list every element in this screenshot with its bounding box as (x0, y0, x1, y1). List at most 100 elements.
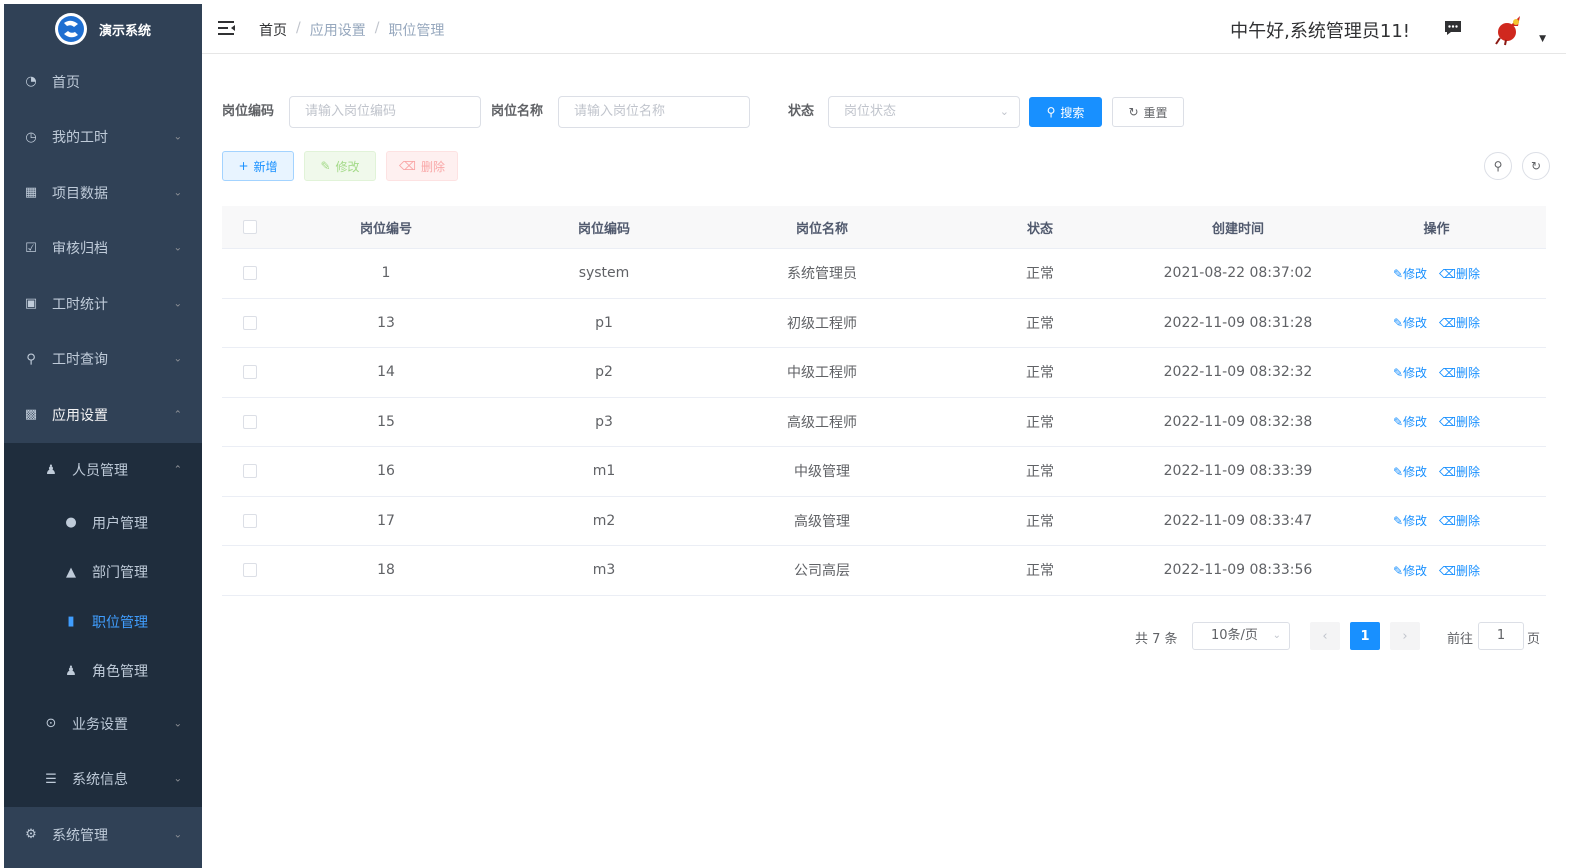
message-icon[interactable] (1443, 18, 1463, 38)
row-edit-button[interactable]: ✎修改 (1393, 562, 1427, 579)
row-checkbox[interactable] (242, 414, 257, 429)
chevron-right-icon: › (1402, 628, 1408, 644)
page-size-select[interactable]: 10条/页 ⌄ (1192, 622, 1290, 650)
breadcrumb-separator: / (296, 20, 301, 36)
menu-business-settings[interactable]: ⊙ 业务设置 ⌄ (4, 696, 202, 752)
next-page-button[interactable]: › (1390, 622, 1420, 650)
menu-home[interactable]: ◔ 首页 (4, 54, 202, 110)
prev-page-button[interactable]: ‹ (1310, 622, 1340, 650)
table-row[interactable]: 17 m2 高级管理 正常 2022-11-09 08:33:47 ✎修改 ⌫删除 (222, 497, 1546, 546)
menu-post-management[interactable]: ▮ 职位管理 (4, 597, 202, 647)
select-cell (222, 464, 277, 479)
cell-post-name: 高级工程师 (787, 414, 857, 431)
status-label: 状态 (788, 104, 815, 119)
cell-post-code: p3 (595, 413, 613, 430)
menu-my-hours[interactable]: ◷ 我的工时 ⌄ (4, 110, 202, 166)
row-checkbox[interactable] (242, 513, 257, 528)
table-row[interactable]: 18 m3 公司高层 正常 2022-11-09 08:33:56 ✎修改 ⌫删除 (222, 546, 1546, 596)
row-checkbox[interactable] (242, 365, 257, 380)
edit-button[interactable]: ✎ 修改 (304, 151, 376, 181)
chevron-down-icon: ⌄ (173, 773, 182, 785)
select-cell (222, 315, 277, 330)
menu-role-management[interactable]: ♟ 角色管理 (4, 646, 202, 696)
row-edit-button[interactable]: ✎修改 (1393, 314, 1427, 331)
header-created: 创建时间 (1211, 221, 1264, 237)
row-edit-button[interactable]: ✎修改 (1393, 413, 1427, 430)
cell-status: 正常 (1026, 414, 1054, 431)
delete-button[interactable]: ⌫ 删除 (386, 151, 458, 181)
menu-dept-management[interactable]: ▲ 部门管理 (4, 547, 202, 597)
delete-button-label: 删除 (420, 159, 445, 174)
row-delete-button[interactable]: ⌫删除 (1439, 512, 1480, 529)
table-row[interactable]: 16 m1 中级管理 正常 2022-11-09 08:33:39 ✎修改 ⌫删除 (222, 447, 1546, 497)
scrollbar[interactable] (1566, 54, 1584, 868)
table-header: 岗位编号 岗位编码 岗位名称 状态 创建时间 操作 (222, 206, 1546, 249)
select-cell (222, 414, 277, 429)
cell-post-id: 14 (377, 364, 395, 381)
page-number[interactable]: 1 (1350, 622, 1380, 650)
avatar[interactable] (1492, 12, 1526, 46)
code-input[interactable]: 请输入岗位编码 (289, 96, 481, 128)
menu-hour-stats[interactable]: ▣ 工时统计 ⌄ (4, 276, 202, 332)
caret-down-icon[interactable]: ▼ (1539, 34, 1546, 44)
clock-icon: ◷ (25, 129, 37, 145)
row-delete-button[interactable]: ⌫删除 (1439, 364, 1480, 381)
name-input[interactable]: 请输入岗位名称 (558, 96, 750, 128)
chevron-down-icon: ⌄ (173, 353, 182, 365)
menu-user-management[interactable]: ● 用户管理 (4, 498, 202, 548)
breadcrumb-home[interactable]: 首页 (259, 20, 287, 40)
hamburger-icon[interactable] (218, 20, 236, 36)
status-select[interactable]: 岗位状态 ⌄ (828, 96, 1020, 128)
menu-review-archive[interactable]: ☑ 审核归档 ⌄ (4, 221, 202, 277)
row-checkbox[interactable] (242, 464, 257, 479)
cell-actions: ✎修改 ⌫删除 (1327, 265, 1546, 282)
logo-icon (54, 13, 87, 45)
menu-app-settings[interactable]: ▩ 应用设置 ⌃ (4, 387, 202, 443)
edit-icon: ✎ (1392, 514, 1404, 529)
goto-input[interactable]: 1 (1478, 622, 1524, 650)
row-delete-button[interactable]: ⌫删除 (1439, 265, 1480, 282)
row-edit-button[interactable]: ✎修改 (1393, 512, 1427, 529)
row-edit-label: 修改 (1403, 464, 1428, 479)
list-icon: ☰ (45, 771, 57, 787)
logo[interactable]: 演示系统 (4, 4, 202, 54)
row-delete-button[interactable]: ⌫删除 (1439, 562, 1480, 579)
search-button[interactable]: ⚲ 搜索 (1029, 97, 1102, 127)
menu-personnel[interactable]: ♟ 人员管理 ⌃ (4, 442, 202, 498)
menu-project-data[interactable]: ▦ 项目数据 ⌄ (4, 165, 202, 221)
chevron-down-icon: ⌄ (999, 105, 1009, 118)
row-delete-button[interactable]: ⌫删除 (1439, 463, 1480, 480)
row-checkbox[interactable] (242, 315, 257, 330)
menu-personnel-label: 人员管理 (72, 463, 128, 480)
row-checkbox[interactable] (242, 563, 257, 578)
row-delete-button[interactable]: ⌫删除 (1439, 314, 1480, 331)
select-all-checkbox[interactable] (242, 220, 257, 234)
reset-button[interactable]: ↻ 重置 (1112, 97, 1184, 127)
page-size-value: 10条/页 (1211, 628, 1258, 643)
table-row[interactable]: 14 p2 中级工程师 正常 2022-11-09 08:32:32 ✎修改 ⌫删除 (222, 348, 1546, 398)
chevron-down-icon: ⌄ (173, 242, 182, 254)
cell-post-code: p1 (595, 314, 613, 331)
refresh-button[interactable]: ↻ (1522, 152, 1550, 180)
menu-hour-query[interactable]: ⚲ 工时查询 ⌄ (4, 332, 202, 388)
gear-icon: ⚙ (25, 827, 37, 843)
add-button[interactable]: + 新增 (222, 151, 294, 181)
menu-system-management[interactable]: ⚙ 系统管理 ⌄ (4, 807, 202, 863)
table-row[interactable]: 1 system 系统管理员 正常 2021-08-22 08:37:02 ✎修改 ⌫删除 (222, 249, 1546, 299)
table-row[interactable]: 13 p1 初级工程师 正常 2022-11-09 08:31:28 ✎修改 ⌫删除 (222, 299, 1546, 348)
cell-post-code: m3 (592, 562, 616, 579)
row-delete-button[interactable]: ⌫删除 (1439, 413, 1480, 430)
menu-system-info[interactable]: ☰ 系统信息 ⌄ (4, 751, 202, 807)
tree-icon: ▲ (66, 564, 76, 580)
row-checkbox[interactable] (242, 266, 257, 281)
table-row[interactable]: 15 p3 高级工程师 正常 2022-11-09 08:32:38 ✎修改 ⌫删除 (222, 398, 1546, 447)
cell-actions: ✎修改 ⌫删除 (1327, 314, 1546, 331)
row-edit-button[interactable]: ✎修改 (1393, 463, 1427, 480)
row-edit-button[interactable]: ✎修改 (1393, 265, 1427, 282)
trash-icon: ⌫ (1439, 464, 1457, 479)
post-table: 岗位编号 岗位编码 岗位名称 状态 创建时间 操作 1 system 系统管理员 正常… (222, 206, 1546, 596)
row-edit-button[interactable]: ✎修改 (1393, 364, 1427, 381)
edit-icon: ✎ (1392, 464, 1404, 479)
toggle-search-button[interactable]: ⚲ (1484, 152, 1512, 180)
breadcrumb-separator: / (374, 20, 380, 36)
